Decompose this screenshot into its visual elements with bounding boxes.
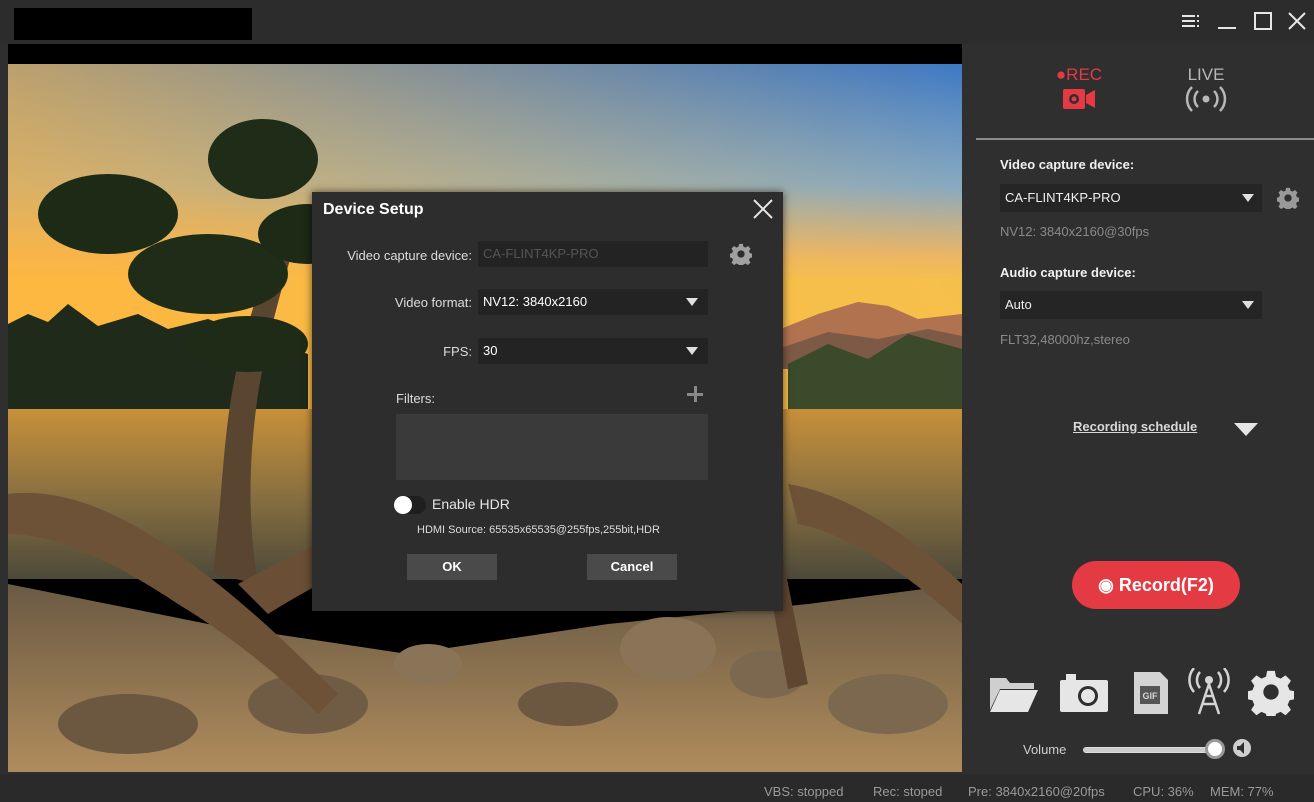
recording-schedule-link[interactable]: Recording schedule: [1073, 419, 1197, 434]
volume-slider-handle[interactable]: [1205, 739, 1225, 759]
video-format-select[interactable]: NV12: 3840x2160: [478, 289, 708, 315]
volume-label: Volume: [1023, 742, 1067, 757]
hdr-toggle-knob: [394, 496, 412, 514]
video-device-value: CA-FLINT4KP-PRO: [1005, 190, 1121, 205]
broadcast-tower-icon[interactable]: [1186, 668, 1232, 716]
fps-label: FPS:: [443, 344, 472, 359]
gif-icon[interactable]: GIF: [1128, 668, 1172, 716]
title-bar: [0, 0, 1314, 44]
settings-icon[interactable]: [1248, 668, 1294, 716]
window-title-redacted: [14, 8, 252, 40]
audio-device-value: Auto: [1005, 297, 1032, 312]
audio-device-label: Audio capture device:: [1000, 265, 1136, 280]
dialog-video-device-label: Video capture device:: [347, 248, 472, 263]
speaker-icon[interactable]: [1232, 738, 1252, 758]
volume-fill: [1084, 748, 1214, 752]
close-icon[interactable]: [1284, 10, 1310, 36]
live-mode-tab[interactable]: LIVE: [1176, 66, 1236, 117]
filters-list[interactable]: [396, 414, 708, 480]
hdr-toggle[interactable]: [394, 496, 426, 514]
device-setup-dialog: Device Setup Video capture device: CA-FL…: [312, 192, 783, 611]
live-mode-label: LIVE: [1187, 65, 1225, 84]
video-format-label: Video format:: [394, 295, 472, 310]
dialog-title: Device Setup: [323, 201, 424, 218]
vbs-status: VBS: stopped: [764, 784, 844, 799]
video-format-value: NV12: 3840x2160: [483, 294, 588, 309]
schedule-expand-icon[interactable]: [1234, 423, 1258, 436]
chevron-down-icon: [1242, 301, 1254, 309]
audio-format-info: FLT32,48000hz,stereo: [1000, 332, 1130, 347]
preview-status: Pre: 3840x2160@20fps: [968, 784, 1105, 799]
hdmi-source-info: HDMI Source: 65535x65535@255fps,255bit,H…: [417, 524, 660, 536]
audio-device-select[interactable]: Auto: [1000, 291, 1262, 319]
camera-icon[interactable]: [1058, 668, 1110, 716]
volume-slider[interactable]: [1083, 747, 1215, 753]
rec-mode-label: ●REC: [1055, 65, 1103, 84]
dialog-device-settings-icon[interactable]: [730, 243, 752, 265]
status-bar: VBS: stopped Rec: stoped Pre: 3840x2160@…: [0, 774, 1314, 802]
minimize-icon[interactable]: [1214, 10, 1240, 36]
svg-text:GIF: GIF: [1143, 691, 1159, 701]
dialog-video-device-field: CA-FLINT4KP-PRO: [478, 241, 708, 267]
chevron-down-icon: [686, 298, 698, 306]
chevron-down-icon: [686, 347, 698, 355]
video-device-label: Video capture device:: [1000, 157, 1135, 172]
fps-value: 30: [483, 343, 498, 358]
folder-icon[interactable]: [986, 668, 1042, 716]
rec-camera-icon: [1063, 89, 1095, 109]
hdr-label: Enable HDR: [432, 496, 510, 512]
menu-icon[interactable]: [1178, 10, 1204, 36]
mem-status: MEM: 77%: [1210, 784, 1274, 799]
cpu-status: CPU: 36%: [1133, 784, 1194, 799]
live-broadcast-icon: [1185, 86, 1227, 112]
right-panel: [962, 44, 1314, 774]
maximize-icon[interactable]: [1250, 10, 1276, 36]
dialog-close-icon[interactable]: [750, 196, 776, 222]
cancel-button[interactable]: Cancel: [587, 554, 677, 580]
filters-label: Filters:: [396, 391, 435, 406]
add-filter-icon[interactable]: [687, 386, 703, 402]
preview-top-bar: [8, 44, 962, 64]
panel-separator: [976, 138, 1314, 140]
ok-button[interactable]: OK: [407, 554, 497, 580]
app-window: ●REC LIVE Video capture device: CA-FLINT…: [0, 0, 1314, 802]
fps-select[interactable]: 30: [478, 338, 708, 364]
record-button[interactable]: ◉ Record(F2): [1072, 561, 1240, 609]
chevron-down-icon: [1242, 194, 1254, 202]
video-device-select[interactable]: CA-FLINT4KP-PRO: [1000, 184, 1262, 212]
video-device-settings-icon[interactable]: [1277, 187, 1299, 209]
rec-status: Rec: stoped: [873, 784, 943, 799]
rec-mode-tab[interactable]: ●REC: [1046, 66, 1112, 116]
dialog-video-device-value: CA-FLINT4KP-PRO: [483, 246, 599, 261]
video-format-info: NV12: 3840x2160@30fps: [1000, 224, 1150, 239]
